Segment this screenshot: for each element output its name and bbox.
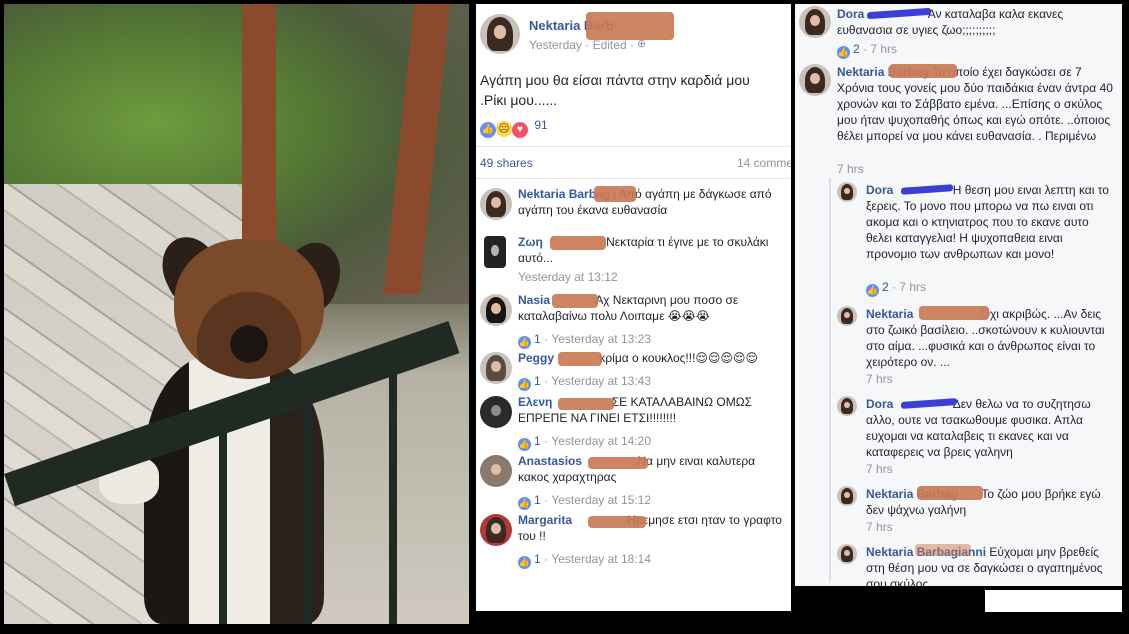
- like-icon: 👍: [866, 284, 879, 297]
- thread-line: [829, 178, 831, 583]
- comment-thread: Dora Αν καταλαβα καλα εκανες ευθανασια σ…: [795, 4, 1122, 586]
- fence-bar: [219, 424, 227, 624]
- comment-text: Η θεση μου ειναι λεπτη και το ξερεις. Το…: [866, 183, 1109, 261]
- redaction: [889, 64, 957, 78]
- comment-time[interactable]: Yesterday at 14:20: [551, 434, 651, 448]
- commenter-avatar[interactable]: [484, 236, 506, 268]
- commenter-name[interactable]: Dora: [866, 183, 893, 197]
- comment-time[interactable]: 7 hrs: [837, 162, 864, 176]
- redaction: [915, 544, 971, 556]
- commenter-name[interactable]: Nektaria: [866, 307, 913, 321]
- redaction: [550, 236, 606, 250]
- like-icon: 👍: [518, 336, 531, 349]
- commenter-name[interactable]: Margarita: [518, 513, 572, 527]
- dog-head: [174, 239, 324, 379]
- commenter-avatar[interactable]: [480, 294, 512, 326]
- redaction: [552, 294, 598, 308]
- redaction: [919, 306, 989, 320]
- comment-meta: 👍 1 · Yesterday at 15:12: [518, 493, 651, 510]
- commenter-avatar[interactable]: [480, 352, 512, 384]
- like-icon: 👍: [837, 46, 850, 59]
- redaction: [594, 186, 636, 202]
- facebook-post: Nektaria Barb Yesterday · Edited · ⊕ Αγά…: [476, 4, 791, 611]
- comment-time[interactable]: Yesterday at 18:14: [551, 552, 651, 566]
- redaction: [558, 398, 614, 410]
- sad-reaction-icon: ☹: [496, 121, 512, 137]
- redaction: [917, 486, 983, 500]
- commenter-avatar[interactable]: [837, 306, 857, 326]
- reaction-count: 91: [534, 118, 548, 132]
- commenter-name[interactable]: Peggy: [518, 351, 554, 365]
- like-reaction-icon: 👍: [480, 122, 496, 138]
- commenter-avatar[interactable]: [799, 6, 831, 38]
- comment-meta: 👍 2 · 7 hrs: [837, 42, 898, 59]
- like-icon: 👍: [518, 378, 531, 391]
- wooden-post-left: [242, 4, 276, 254]
- commenter-avatar[interactable]: [837, 182, 857, 202]
- comments-link[interactable]: 14 comme: [737, 156, 791, 170]
- comment-meta: 👍 1 · Yesterday at 14:20: [518, 434, 651, 451]
- fence-bar: [304, 399, 312, 624]
- commenter-avatar[interactable]: [480, 514, 512, 546]
- commenter-name[interactable]: Dora: [866, 397, 893, 411]
- dog-photo[interactable]: [4, 4, 469, 624]
- divider: [476, 178, 791, 179]
- comment-time[interactable]: 7 hrs: [899, 280, 926, 294]
- post-header: Nektaria Barb Yesterday · Edited · ⊕: [476, 12, 791, 60]
- comment-meta: 👍 1 · Yesterday at 18:14: [518, 552, 651, 569]
- post-text: Αγάπη μου θα είσαι πάντα στην καρδιά μου…: [480, 72, 750, 108]
- comment-time[interactable]: Yesterday at 13:12: [518, 270, 618, 284]
- redaction: [588, 457, 648, 469]
- bottom-strip: [985, 590, 1122, 612]
- commenter-name[interactable]: Nasia: [518, 293, 550, 307]
- like-icon: 👍: [518, 556, 531, 569]
- comment-meta: 👍 1 · Yesterday at 13:23: [518, 332, 651, 349]
- comment-meta: 👍 2 · 7 hrs: [866, 280, 927, 297]
- divider: [476, 146, 791, 147]
- comment-text: ΣΕ ΚΑΤΑΛΑΒΑΙΝΩ ΟΜΩΣ ΕΠΡΕΠΕ ΝΑ ΓΙΝΕΙ ΕΤΣΙ…: [518, 395, 753, 425]
- post-timestamp[interactable]: Yesterday · Edited ·: [529, 38, 634, 52]
- comment-time[interactable]: 7 hrs: [870, 42, 897, 56]
- globe-icon: ⊕: [637, 38, 647, 50]
- reaction-summary[interactable]: 👍 ☹ ♥ 91: [480, 118, 548, 138]
- author-avatar[interactable]: [480, 14, 520, 54]
- commenter-avatar[interactable]: [837, 486, 857, 506]
- commenter-avatar[interactable]: [480, 188, 512, 220]
- comment-text: Δεν θελω να το συζητησω αλλο, ουτε να τσ…: [866, 397, 1091, 459]
- commenter-name[interactable]: Ελενη: [518, 395, 552, 409]
- fence-bar: [389, 374, 397, 624]
- commenter-avatar[interactable]: [837, 544, 857, 564]
- commenter-avatar[interactable]: [480, 396, 512, 428]
- comment-meta: 👍 1 · Yesterday at 13:43: [518, 374, 651, 391]
- comment-time[interactable]: Yesterday at 15:12: [551, 493, 651, 507]
- commenter-avatar[interactable]: [837, 396, 857, 416]
- like-icon: 👍: [518, 438, 531, 451]
- commenter-avatar[interactable]: [799, 64, 831, 96]
- redaction: [588, 516, 646, 528]
- comment-time[interactable]: 7 hrs: [866, 462, 893, 476]
- comment-time[interactable]: Yesterday at 13:23: [551, 332, 651, 346]
- commenter-name[interactable]: Dora: [837, 7, 864, 21]
- commenter-name[interactable]: Ζωη: [518, 235, 543, 249]
- redaction: [558, 352, 602, 366]
- love-reaction-icon: ♥: [512, 122, 528, 138]
- comment-time[interactable]: 7 hrs: [866, 372, 893, 386]
- comment-time[interactable]: Yesterday at 13:43: [551, 374, 651, 388]
- comment-time[interactable]: 7 hrs: [866, 520, 893, 534]
- redaction: [586, 12, 674, 40]
- like-icon: 👍: [518, 497, 531, 510]
- commenter-avatar[interactable]: [480, 455, 512, 487]
- shares-link[interactable]: 49 shares: [480, 156, 533, 170]
- commenter-name[interactable]: Anastasios: [518, 454, 582, 468]
